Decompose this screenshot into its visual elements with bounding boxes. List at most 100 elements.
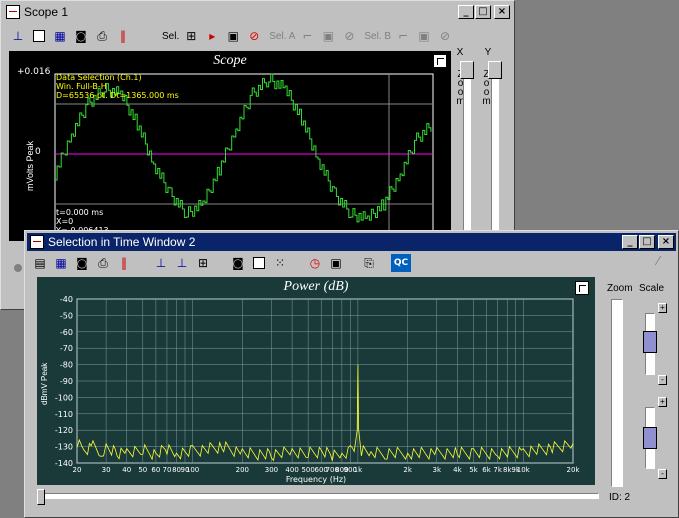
- sel-label: Sel.: [162, 30, 180, 42]
- fft-x-tick-label: 500: [301, 466, 314, 474]
- minimize-button[interactable]: _: [622, 235, 638, 249]
- sel-b-chart-icon: ⌐: [398, 29, 409, 43]
- scale-top-plus-button[interactable]: +: [658, 303, 667, 313]
- pin-icon[interactable]: ⁄: [649, 252, 667, 270]
- fft-x-tick-label: 30: [102, 466, 111, 474]
- horizontal-scroll-track[interactable]: [39, 493, 599, 499]
- clock-icon[interactable]: ◷: [306, 254, 324, 272]
- y-zoom-control: Y: [479, 47, 497, 58]
- fft-x-axis-label: Frequency (Hz): [285, 475, 347, 484]
- channels-icon[interactable]: ‖: [115, 254, 133, 272]
- spreadsheet-icon[interactable]: ▦: [51, 27, 69, 45]
- fft-y-tick-label: -40: [60, 295, 73, 304]
- y-zoom-slider[interactable]: [491, 67, 499, 247]
- fft-x-tick-label: 1k: [354, 466, 363, 474]
- scale-bottom-minus-button[interactable]: -: [658, 469, 667, 479]
- selection-icon[interactable]: ⊞: [182, 27, 200, 45]
- y-zoom-axis-label: Y: [484, 47, 492, 58]
- fft-y-tick-label: -110: [55, 410, 73, 419]
- sel-a-label: Sel. A: [269, 30, 296, 42]
- scale-bottom-plus-button[interactable]: +: [658, 397, 667, 407]
- fft-plot[interactable]: Power (dB) dBmV Peak -40 -50 -60 -70 -80 -90-…: [37, 277, 595, 485]
- scale-bottom-thumb[interactable]: [643, 427, 657, 449]
- minus-label: -: [661, 375, 664, 384]
- cursor-line-2: X=0: [56, 217, 74, 226]
- close-button[interactable]: ×: [494, 5, 510, 19]
- export-icon[interactable]: ⎘: [360, 254, 378, 272]
- scope-plot[interactable]: Scope +0.016 0 mVolts Peak Data Selectio…: [9, 51, 451, 241]
- scope-toolbar: ⊥ ▦ ◙ ⎙ ‖ Sel. ⊞ ▸ ▣ ⊘ Sel. A ⌐ ▣ ⊘ Sel.…: [9, 25, 457, 47]
- fft-x-tick-label: 3k: [433, 466, 442, 474]
- fft-x-tick-label: 6k: [482, 466, 491, 474]
- grid-icon[interactable]: ⊞: [194, 254, 212, 272]
- select-forward-icon[interactable]: ▸: [203, 27, 221, 45]
- fft-x-tick-label: 300: [265, 466, 278, 474]
- x-zoom-control: X: [451, 47, 469, 58]
- zoom-page-icon[interactable]: [30, 27, 48, 45]
- y-zoom-thumb[interactable]: [488, 61, 502, 79]
- selection-window-title: Selection in Time Window 2: [48, 235, 196, 249]
- plus-label: +: [660, 303, 665, 312]
- sel-a-calc-icon: ▣: [322, 29, 335, 43]
- zoom-label: Zoom: [607, 283, 633, 294]
- scope-info-text: Data Selection (Ch.1) Win. Full-B-H D=65…: [56, 73, 179, 100]
- fft-y-tick-label: -120: [55, 426, 73, 435]
- calculator-icon[interactable]: ▣: [327, 254, 345, 272]
- scope-window-title: Scope 1: [24, 5, 69, 19]
- info-line-1: Data Selection (Ch.1): [56, 73, 142, 82]
- fft-chart: -40-50-60-70-80-90-100-110-120-130-14020…: [55, 295, 581, 474]
- horizontal-scroll-thumb[interactable]: [37, 489, 45, 505]
- axis-range-icon[interactable]: ⊥: [173, 254, 191, 272]
- print-icon[interactable]: ⎙: [94, 254, 112, 272]
- id-label: ID: 2: [609, 492, 631, 503]
- fft-x-tick-label: 20: [73, 466, 82, 474]
- maximize-button[interactable]: □: [639, 235, 655, 249]
- fft-x-tick-label: 70: [162, 466, 171, 474]
- fft-x-tick-label: 60: [151, 466, 160, 474]
- x-zoom-thumb[interactable]: [460, 61, 474, 79]
- fft-y-tick-label: -70: [60, 344, 73, 353]
- camera-small-icon[interactable]: ◙: [229, 254, 247, 272]
- fft-y-tick-label: -50: [60, 311, 73, 320]
- scale-top-minus-button[interactable]: -: [658, 375, 667, 385]
- camera-icon[interactable]: ◙: [73, 254, 91, 272]
- minimize-button[interactable]: _: [458, 5, 474, 19]
- fft-y-tick-label: -90: [60, 377, 73, 386]
- channels-icon[interactable]: ‖: [114, 27, 132, 45]
- cursor-line-1: t=0.000 ms: [56, 208, 104, 217]
- selection-app-icon: [30, 235, 44, 249]
- print-icon[interactable]: ⎙: [93, 27, 111, 45]
- fft-x-tick-label: 5k: [469, 466, 478, 474]
- fft-x-tick-label: 40: [122, 466, 131, 474]
- calculator-icon[interactable]: ▣: [224, 27, 242, 45]
- fft-x-tick-label: 4k: [453, 466, 462, 474]
- close-button[interactable]: ×: [658, 235, 674, 249]
- camera-icon[interactable]: ◙: [72, 27, 90, 45]
- scale-top-thumb[interactable]: [643, 331, 657, 353]
- sel-a-chart-icon: ⌐: [302, 29, 313, 43]
- selection-titlebar[interactable]: Selection in Time Window 2 _ □ ×: [27, 233, 676, 251]
- fft-x-tick-label: 10k: [517, 466, 531, 474]
- info-line-2: Win. Full-B-H: [56, 82, 107, 91]
- zoom-page-icon[interactable]: [250, 254, 268, 272]
- fft-y-tick-label: -100: [55, 393, 73, 402]
- scale-label: Scale: [639, 283, 665, 294]
- axis-scale-icon[interactable]: ⊥: [152, 254, 170, 272]
- spreadsheet-icon[interactable]: ▦: [52, 254, 70, 272]
- fft-y-tick-label: -130: [55, 443, 73, 452]
- list-icon[interactable]: ▤: [31, 254, 49, 272]
- axis-scale-icon[interactable]: ⊥: [9, 27, 27, 45]
- fft-trace: [76, 364, 574, 462]
- stop-icon[interactable]: ⊘: [245, 27, 263, 45]
- qc-button[interactable]: QC: [391, 254, 411, 272]
- maximize-button[interactable]: □: [475, 5, 491, 19]
- fft-x-tick-label: 7k: [493, 466, 502, 474]
- dot-grid-icon[interactable]: ⁙: [271, 254, 289, 272]
- x-zoom-axis-label: X: [456, 47, 464, 58]
- scope-titlebar[interactable]: Scope 1 _ □ ×: [3, 3, 512, 21]
- sel-b-calc-icon: ▣: [418, 29, 430, 43]
- qc-label: QC: [393, 258, 409, 268]
- x-zoom-slider[interactable]: [463, 67, 471, 247]
- zoom-slider[interactable]: [611, 299, 623, 487]
- fft-x-tick-label: 400: [285, 466, 298, 474]
